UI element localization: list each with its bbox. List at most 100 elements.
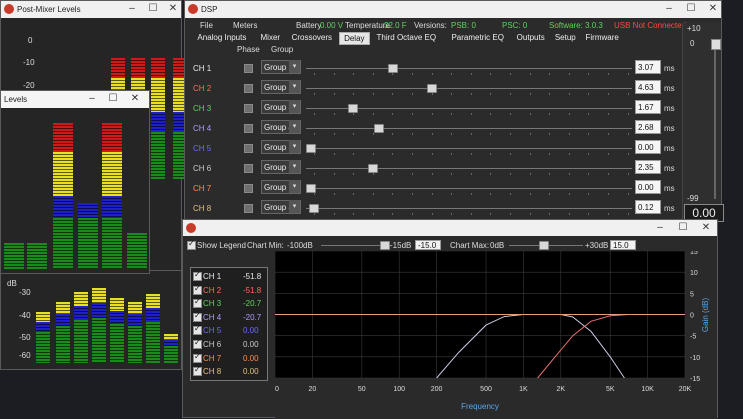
chart-min-thumb[interactable] bbox=[380, 241, 390, 250]
usb-status: USB Not Connected bbox=[614, 21, 687, 30]
delay-slider-thumb[interactable] bbox=[348, 104, 359, 113]
maximize-icon[interactable]: ☐ bbox=[676, 221, 690, 235]
meter-stripe bbox=[92, 332, 106, 333]
delay-slider-track[interactable] bbox=[306, 68, 632, 69]
minimize-icon[interactable]: – bbox=[662, 2, 676, 16]
meter-stripe bbox=[110, 303, 124, 304]
legend-checkbox[interactable] bbox=[193, 324, 202, 336]
chevron-down-icon[interactable]: ▾ bbox=[289, 160, 300, 173]
chevron-down-icon[interactable]: ▾ bbox=[289, 140, 300, 153]
phase-checkbox[interactable] bbox=[244, 204, 253, 213]
delay-value-input[interactable]: 3.07 bbox=[635, 60, 661, 74]
delay-slider-thumb[interactable] bbox=[309, 204, 320, 213]
menu-meters[interactable]: Meters bbox=[233, 21, 257, 30]
legend-checkbox[interactable] bbox=[193, 352, 202, 363]
plot-titlebar[interactable]: – ☐ ✕ bbox=[183, 220, 717, 236]
tab-analog-inputs[interactable]: Analog Inputs bbox=[189, 32, 255, 43]
meter-segment bbox=[146, 308, 160, 322]
close-icon[interactable]: ✕ bbox=[128, 92, 142, 106]
delay-value-input[interactable]: 4.63 bbox=[635, 80, 661, 94]
delay-value-input[interactable]: 0.00 bbox=[635, 140, 661, 154]
delay-slider-thumb[interactable] bbox=[374, 124, 385, 133]
legend-checkbox[interactable] bbox=[193, 338, 202, 349]
maximize-icon[interactable]: ☐ bbox=[684, 2, 698, 16]
meter-stripe bbox=[78, 268, 98, 269]
chevron-down-icon[interactable]: ▾ bbox=[289, 180, 300, 193]
chevron-down-icon[interactable]: ▾ bbox=[289, 200, 300, 213]
legend-checkbox[interactable] bbox=[193, 365, 202, 377]
delay-slider-track[interactable] bbox=[306, 88, 632, 89]
tab-outputs[interactable]: Outputs bbox=[512, 32, 550, 43]
legend-value: -51.8 bbox=[243, 285, 262, 295]
chevron-down-icon[interactable]: ▾ bbox=[289, 100, 300, 113]
legend-checkbox[interactable] bbox=[193, 311, 202, 322]
legend-checkbox[interactable] bbox=[193, 270, 202, 281]
phase-checkbox[interactable] bbox=[244, 104, 253, 113]
delay-slider-thumb[interactable] bbox=[306, 144, 316, 153]
meter-stripe bbox=[53, 250, 73, 251]
legend-checkbox[interactable] bbox=[193, 284, 202, 295]
delay-slider-track[interactable] bbox=[306, 168, 632, 169]
chart-max-input[interactable]: 15.0 bbox=[610, 240, 636, 250]
slider-tick bbox=[353, 193, 355, 195]
delay-slider-thumb[interactable] bbox=[367, 164, 378, 173]
delay-value-input[interactable]: 1.67 bbox=[635, 100, 661, 114]
tab-firmware[interactable]: Firmware bbox=[581, 32, 624, 43]
master-slider-track[interactable] bbox=[714, 39, 716, 199]
maximize-icon[interactable]: ☐ bbox=[146, 2, 160, 16]
phase-checkbox[interactable] bbox=[244, 64, 253, 73]
tab-parametric-eq[interactable]: Parametric EQ bbox=[445, 32, 511, 43]
slider-tick bbox=[372, 93, 374, 95]
delay-slider-thumb[interactable] bbox=[306, 184, 316, 193]
tab-delay[interactable]: Delay bbox=[338, 32, 370, 45]
levels-titlebar[interactable]: Levels – ☐ ✕ bbox=[1, 91, 149, 108]
meter-stripe bbox=[53, 184, 73, 185]
meter-stripe bbox=[53, 213, 73, 214]
close-icon[interactable]: ✕ bbox=[706, 2, 720, 16]
tab-crossovers[interactable]: Crossovers bbox=[286, 32, 338, 43]
meter-stripe bbox=[102, 175, 122, 176]
minimize-icon[interactable]: – bbox=[85, 92, 99, 106]
delay-slider-track[interactable] bbox=[306, 188, 632, 189]
slider-tick bbox=[549, 73, 551, 75]
dsp-titlebar[interactable]: DSP – ☐ ✕ bbox=[185, 1, 721, 18]
menu-file[interactable]: File bbox=[200, 21, 213, 30]
delay-slider-track[interactable] bbox=[306, 148, 632, 149]
close-icon[interactable]: ✕ bbox=[699, 221, 713, 235]
phase-checkbox[interactable] bbox=[244, 164, 253, 173]
phase-checkbox[interactable] bbox=[244, 124, 253, 133]
versions-label: Versions: bbox=[414, 21, 447, 30]
meter-stripe bbox=[53, 210, 73, 211]
phase-checkbox[interactable] bbox=[244, 184, 253, 193]
master-slider-thumb[interactable] bbox=[711, 39, 721, 50]
close-icon[interactable]: ✕ bbox=[166, 2, 180, 16]
meter-stripe bbox=[56, 352, 70, 353]
chart-max-thumb[interactable] bbox=[539, 241, 549, 250]
legend-checkbox[interactable] bbox=[193, 297, 202, 309]
phase-checkbox[interactable] bbox=[244, 84, 253, 93]
chevron-down-icon[interactable]: ▾ bbox=[289, 60, 300, 73]
delay-value-input[interactable]: 2.68 bbox=[635, 120, 661, 134]
delay-value-input[interactable]: 0.00 bbox=[635, 180, 661, 194]
minimize-icon[interactable]: – bbox=[125, 2, 139, 16]
slider-tick bbox=[490, 133, 492, 135]
meter-stripe bbox=[53, 198, 73, 199]
maximize-icon[interactable]: ☐ bbox=[106, 92, 120, 106]
tab-mixer[interactable]: Mixer bbox=[256, 32, 285, 43]
delay-slider-thumb[interactable] bbox=[426, 84, 437, 93]
chevron-down-icon[interactable]: ▾ bbox=[289, 80, 300, 93]
delay-value-input[interactable]: 0.12 bbox=[635, 200, 661, 214]
phase-checkbox[interactable] bbox=[244, 144, 253, 153]
delay-value-input[interactable]: 2.35 bbox=[635, 160, 661, 174]
show-legend-checkbox[interactable] bbox=[187, 239, 196, 250]
delay-slider-track[interactable] bbox=[306, 208, 632, 209]
minimize-icon[interactable]: – bbox=[653, 221, 667, 235]
post-mixer-titlebar[interactable]: Post-Mixer Levels – ☐ ✕ bbox=[1, 1, 181, 18]
delay-slider-track[interactable] bbox=[306, 128, 632, 129]
chart-min-input[interactable]: -15.0 bbox=[415, 240, 441, 250]
delay-slider-thumb[interactable] bbox=[387, 64, 398, 73]
chevron-down-icon[interactable]: ▾ bbox=[289, 120, 300, 133]
slider-tick bbox=[588, 113, 590, 115]
tab-setup[interactable]: Setup bbox=[551, 32, 580, 43]
tab-third-octave-eq[interactable]: Third Octave EQ bbox=[369, 32, 444, 43]
